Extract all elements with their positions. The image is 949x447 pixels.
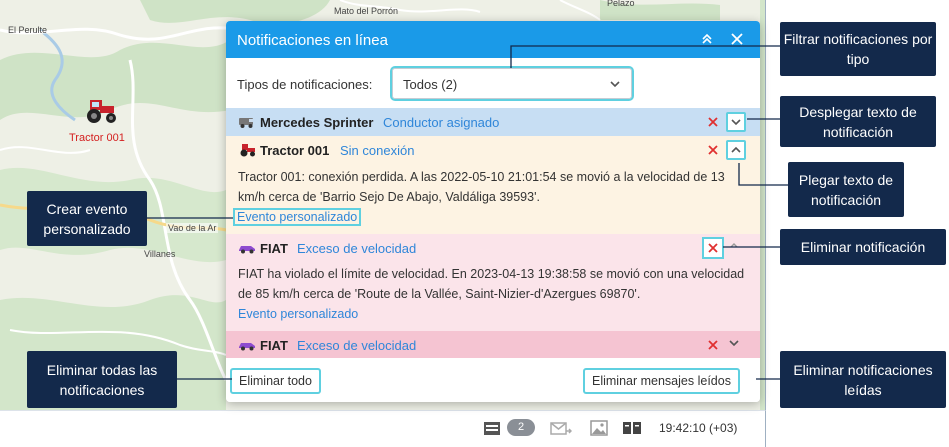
callout-filter: Filtrar notificaciones por tipo — [780, 22, 936, 76]
map-place-label: Mato del Porrón — [334, 6, 399, 16]
notification-header[interactable]: FIAT Exceso de velocidad — [226, 234, 760, 262]
delete-notification-icon[interactable] — [706, 143, 720, 157]
chevron-up-icon — [731, 146, 741, 153]
callout-custom-event: Crear evento personalizado — [27, 191, 147, 246]
delete-notification-icon[interactable] — [706, 338, 720, 352]
filter-row: Tipos de notificaciones: Todos (2) — [226, 58, 760, 108]
expand-notification-button[interactable] — [726, 335, 746, 355]
notification-unit: FIAT — [260, 241, 288, 256]
notification-type: Conductor asignado — [383, 115, 500, 130]
panel-title: Notificaciones en línea — [237, 32, 388, 49]
panel-header[interactable]: Notificaciones en línea — [226, 21, 760, 58]
chevron-down-icon — [731, 119, 741, 126]
car-icon — [239, 343, 255, 351]
notification-unit: FIAT — [260, 338, 288, 353]
notification-unit: Tractor 001 — [260, 143, 330, 158]
chevron-down-icon — [729, 340, 739, 347]
collapse-notification-button[interactable] — [726, 140, 746, 160]
minimize-button[interactable] — [698, 30, 716, 48]
expand-notification-button[interactable] — [726, 112, 746, 132]
notification-header[interactable]: Mercedes Sprinter Conductor asignado — [226, 108, 760, 136]
notification-unit: Mercedes Sprinter — [260, 115, 374, 130]
callout-delete-all: Eliminar todas las notificaciones — [27, 351, 177, 408]
notification-type-select[interactable]: Todos (2) — [390, 66, 634, 101]
notification-item[interactable]: Tractor 001 Sin conexión Tractor 001: co… — [226, 136, 760, 234]
callout-delete: Eliminar notificación — [780, 229, 946, 265]
notification-header[interactable]: Tractor 001 Sin conexión — [226, 136, 760, 164]
notification-count-badge: 2 — [507, 419, 535, 436]
notification-item[interactable]: Mercedes Sprinter Conductor asignado — [226, 108, 760, 136]
notification-type: Exceso de velocidad — [297, 338, 417, 353]
delete-notification-icon[interactable] — [706, 115, 720, 129]
close-button[interactable] — [728, 30, 746, 48]
van-icon — [239, 118, 253, 128]
delete-notification-button[interactable] — [702, 237, 724, 259]
book-icon[interactable] — [622, 420, 642, 439]
delete-read-button[interactable]: Eliminar mensajes leídos — [583, 368, 740, 394]
tractor-icon — [87, 100, 116, 123]
notification-text: Tractor 001: conexión perdida. A las 202… — [238, 170, 725, 204]
mail-forward-icon[interactable] — [550, 420, 573, 439]
chevron-up-icon — [730, 243, 738, 248]
filter-selected-value: Todos (2) — [403, 77, 458, 92]
notification-header[interactable]: FIAT Exceso de velocidad — [226, 331, 760, 359]
clock-time: 19:42:10 (+03) — [659, 421, 738, 435]
tractor-map-marker[interactable] — [80, 96, 120, 124]
close-icon — [731, 33, 743, 45]
callout-delete-read: Eliminar notificaciones leídas — [780, 351, 946, 408]
notification-type: Sin conexión — [340, 143, 415, 158]
map-place-label: Pelazo — [607, 0, 635, 8]
status-bar: 2 19:42:10 (+03) — [0, 410, 766, 447]
car-icon — [239, 246, 255, 254]
chevron-down-icon — [610, 81, 620, 88]
callout-expand: Desplegar texto de notificación — [780, 96, 936, 147]
panel-footer: Eliminar todo Eliminar mensajes leídos — [226, 358, 760, 402]
filter-label: Tipos de notificaciones: — [237, 77, 373, 92]
callout-collapse: Plegar texto de notificación — [788, 162, 904, 217]
map-place-label: El Perulte — [8, 25, 48, 35]
delete-all-button[interactable]: Eliminar todo — [230, 368, 321, 394]
notification-text: FIAT ha violado el límite de velocidad. … — [238, 267, 745, 301]
notification-item[interactable]: FIAT Exceso de velocidad FIAT ha violado… — [226, 234, 760, 331]
notifications-panel: Notificaciones en línea Tipos de notific… — [226, 21, 760, 402]
tractor-icon — [240, 144, 255, 157]
image-icon[interactable] — [590, 420, 608, 439]
collapse-notification-button[interactable] — [726, 238, 746, 258]
map-place-label: Villanes — [144, 249, 176, 259]
close-icon — [708, 243, 718, 253]
tractor-marker-label: Tractor 001 — [69, 132, 125, 144]
notification-type: Exceso de velocidad — [297, 241, 417, 256]
notification-item[interactable]: FIAT Exceso de velocidad — [226, 331, 760, 358]
notifications-icon[interactable] — [483, 420, 501, 439]
custom-event-link[interactable]: Evento personalizado — [233, 208, 362, 226]
map-place-label: Vao de la Ar — [166, 223, 219, 233]
double-chevron-up-icon — [702, 33, 712, 44]
custom-event-link[interactable]: Evento personalizado — [238, 307, 358, 321]
